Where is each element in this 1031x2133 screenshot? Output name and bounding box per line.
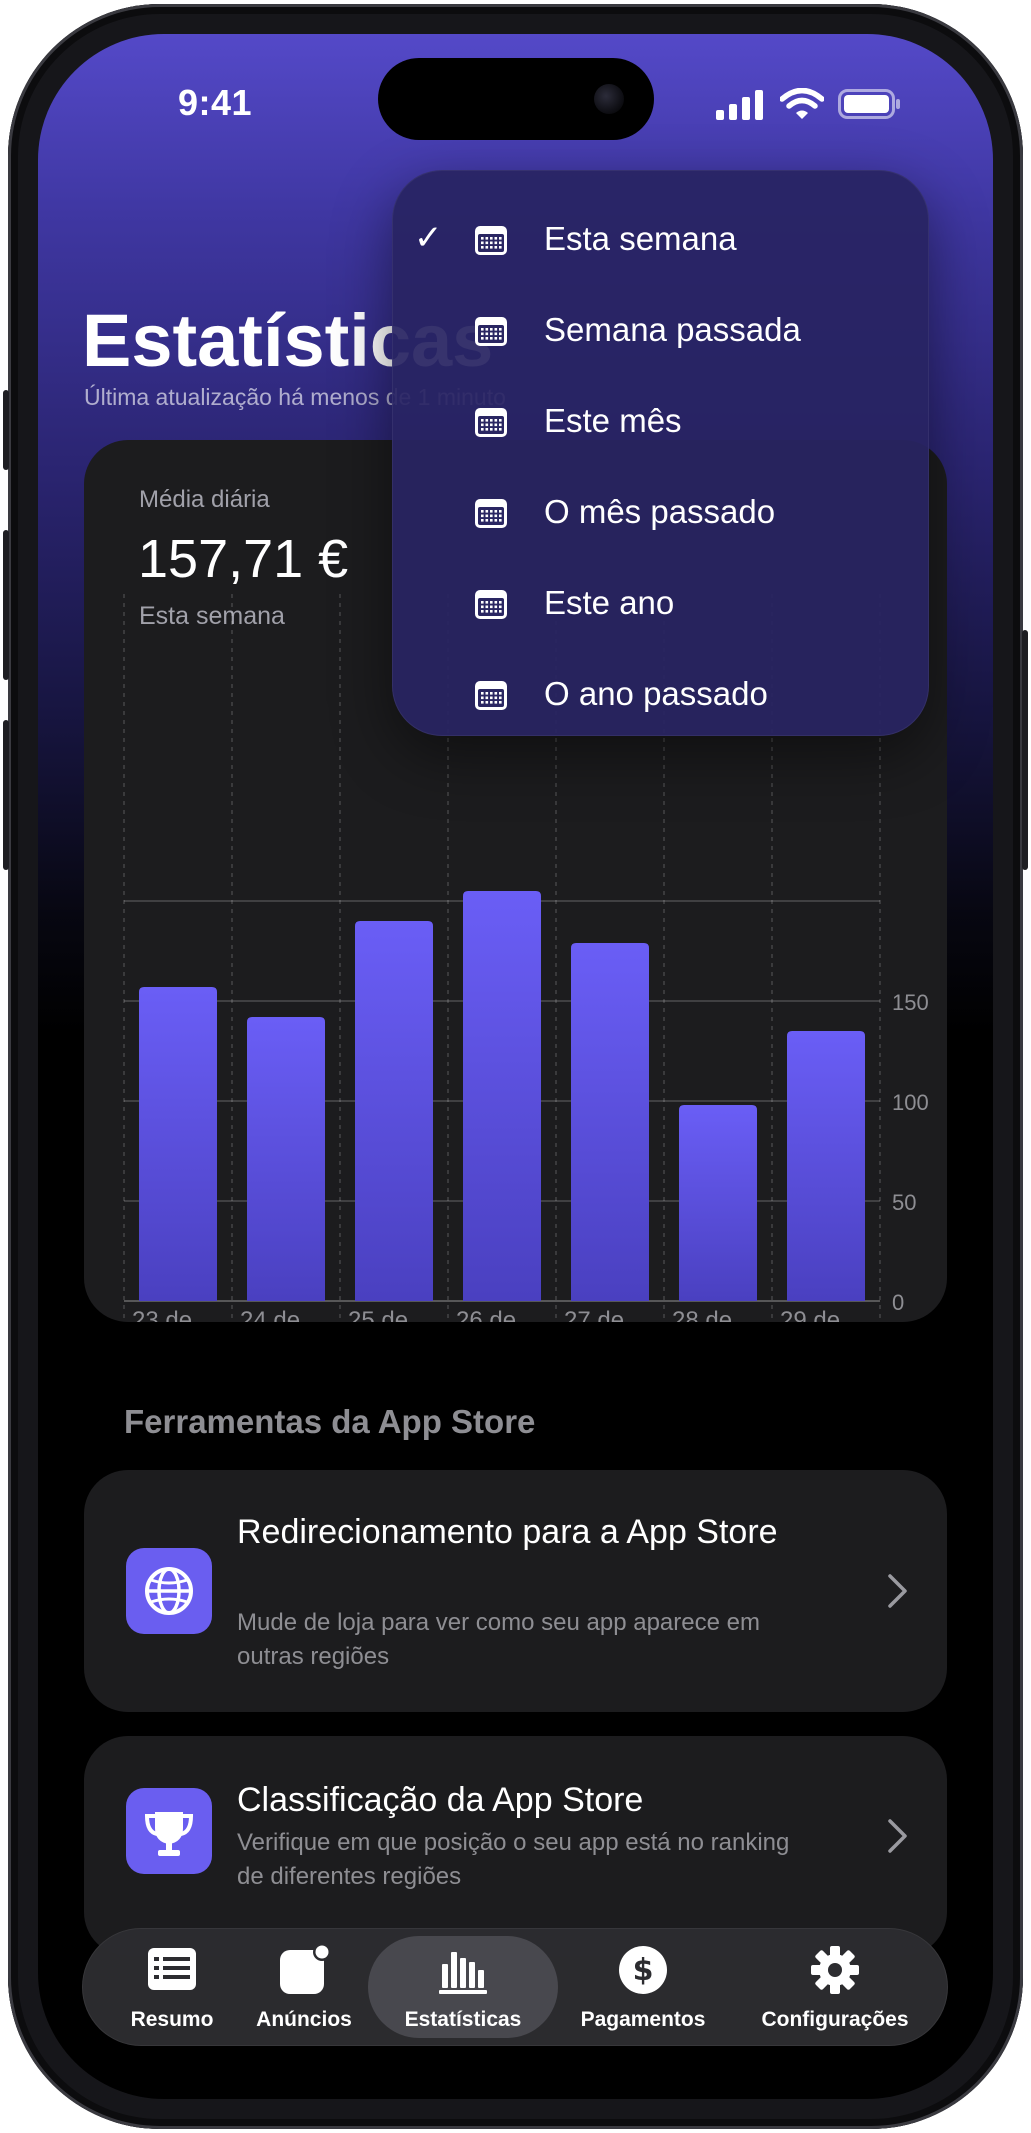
tab-pagamentos[interactable]: $ Pagamentos <box>558 1928 728 2046</box>
globe-icon <box>126 1548 212 1634</box>
dropdown-item-label: Semana passada <box>544 311 801 348</box>
signal-icon <box>716 90 763 120</box>
dropdown-item[interactable]: Este ano <box>392 568 929 638</box>
screen: 9:41 Estatísticas Última atualização há … <box>38 34 993 2099</box>
checkmark-icon: ✓ <box>414 219 443 257</box>
dropdown-item-label: Esta semana <box>544 220 737 257</box>
calendar-icon <box>475 408 507 437</box>
volume-down-button <box>3 720 9 870</box>
camera-icon <box>594 84 624 114</box>
wifi-icon <box>780 88 824 119</box>
calendar-icon <box>475 226 507 255</box>
calendar-icon <box>475 499 507 528</box>
x-tick-label: 23 de... <box>132 1307 212 1322</box>
x-tick-label: 27 de... <box>564 1307 644 1322</box>
action-button <box>3 390 9 470</box>
tab-label: Estatísticas <box>404 2008 522 2031</box>
calendar-icon <box>475 590 507 619</box>
tab-label: Anúncios <box>256 2008 352 2031</box>
x-tick-label: 29 de... <box>780 1307 860 1322</box>
y-tick-label: 150 <box>892 990 929 1015</box>
dynamic-island <box>378 58 654 140</box>
period-dropdown-menu: ✓ Esta semana Semana passada Este mês O mês … <box>392 170 929 736</box>
chart-bar <box>571 943 649 1301</box>
tab-label: Configurações <box>761 2008 909 2031</box>
trophy-icon <box>126 1788 212 1874</box>
x-tick-label: 26 de... <box>456 1307 536 1322</box>
dropdown-item[interactable]: Este mês <box>392 386 929 456</box>
dropdown-item[interactable]: O mês passado <box>392 477 929 547</box>
ranking-title: Classificação da App Store <box>237 1781 644 1819</box>
dropdown-item-label: O ano passado <box>544 675 768 712</box>
battery-icon <box>838 89 900 119</box>
dropdown-item-label: Este ano <box>544 584 675 621</box>
side-button <box>1022 630 1028 870</box>
status-time: 9:41 <box>178 82 253 123</box>
ranking-description: Verifique em que posição o seu app está … <box>237 1829 790 1890</box>
chart-bar <box>787 1031 865 1301</box>
chart-bar <box>355 921 433 1301</box>
y-tick-label: 50 <box>892 1190 916 1215</box>
tab-bar: Resumo Anúncios Estatísticas $ Pagamento… <box>82 1928 948 2046</box>
list-icon <box>148 1948 196 1990</box>
y-tick-label: 0 <box>892 1290 904 1315</box>
tab-label: Pagamentos <box>580 2008 706 2031</box>
tab-estatisticas[interactable]: Estatísticas <box>368 1928 558 2046</box>
app-store-ranking-card[interactable]: Classificação da App Store Verifique em … <box>84 1736 947 1956</box>
x-tick-label: 25 de... <box>348 1307 428 1322</box>
calendar-icon <box>475 317 507 346</box>
x-tick-label: 24 de... <box>240 1307 320 1322</box>
dropdown-item[interactable]: O ano passado <box>392 659 929 729</box>
redirect-description: Mude de loja para ver como seu app apare… <box>237 1609 760 1670</box>
dollar-icon: $ <box>619 1946 667 1994</box>
tab-resumo[interactable]: Resumo <box>102 1928 242 2046</box>
chevron-right-icon <box>888 1819 907 1853</box>
dropdown-item[interactable]: Semana passada <box>392 295 929 365</box>
redirect-title: Redirecionamento para a App Store <box>237 1513 778 1551</box>
x-tick-label: 28 de... <box>672 1307 752 1322</box>
gear-icon <box>811 1946 859 1994</box>
ad-icon <box>280 1944 330 1994</box>
tab-anuncios[interactable]: Anúncios <box>242 1928 366 2046</box>
chevron-right-icon <box>888 1574 907 1608</box>
chart-bar <box>679 1105 757 1301</box>
tools-section-title: Ferramentas da App Store <box>124 1403 536 1440</box>
tab-label: Resumo <box>130 2008 214 2031</box>
dropdown-item-label: O mês passado <box>544 493 776 530</box>
chart-bar <box>463 891 541 1301</box>
volume-up-button <box>3 530 9 680</box>
tab-configuracoes[interactable]: Configurações <box>732 1928 938 2046</box>
chart-bar <box>139 987 217 1301</box>
chart-bar <box>247 1017 325 1301</box>
chart-icon <box>439 1952 487 1994</box>
calendar-icon <box>475 681 507 710</box>
y-tick-label: 100 <box>892 1090 929 1115</box>
dropdown-item[interactable]: ✓ Esta semana <box>392 204 929 274</box>
svg-text:$: $ <box>633 1953 654 1988</box>
app-store-redirect-card[interactable]: Redirecionamento para a App Store Mude d… <box>84 1470 947 1712</box>
dropdown-item-label: Este mês <box>544 402 682 439</box>
